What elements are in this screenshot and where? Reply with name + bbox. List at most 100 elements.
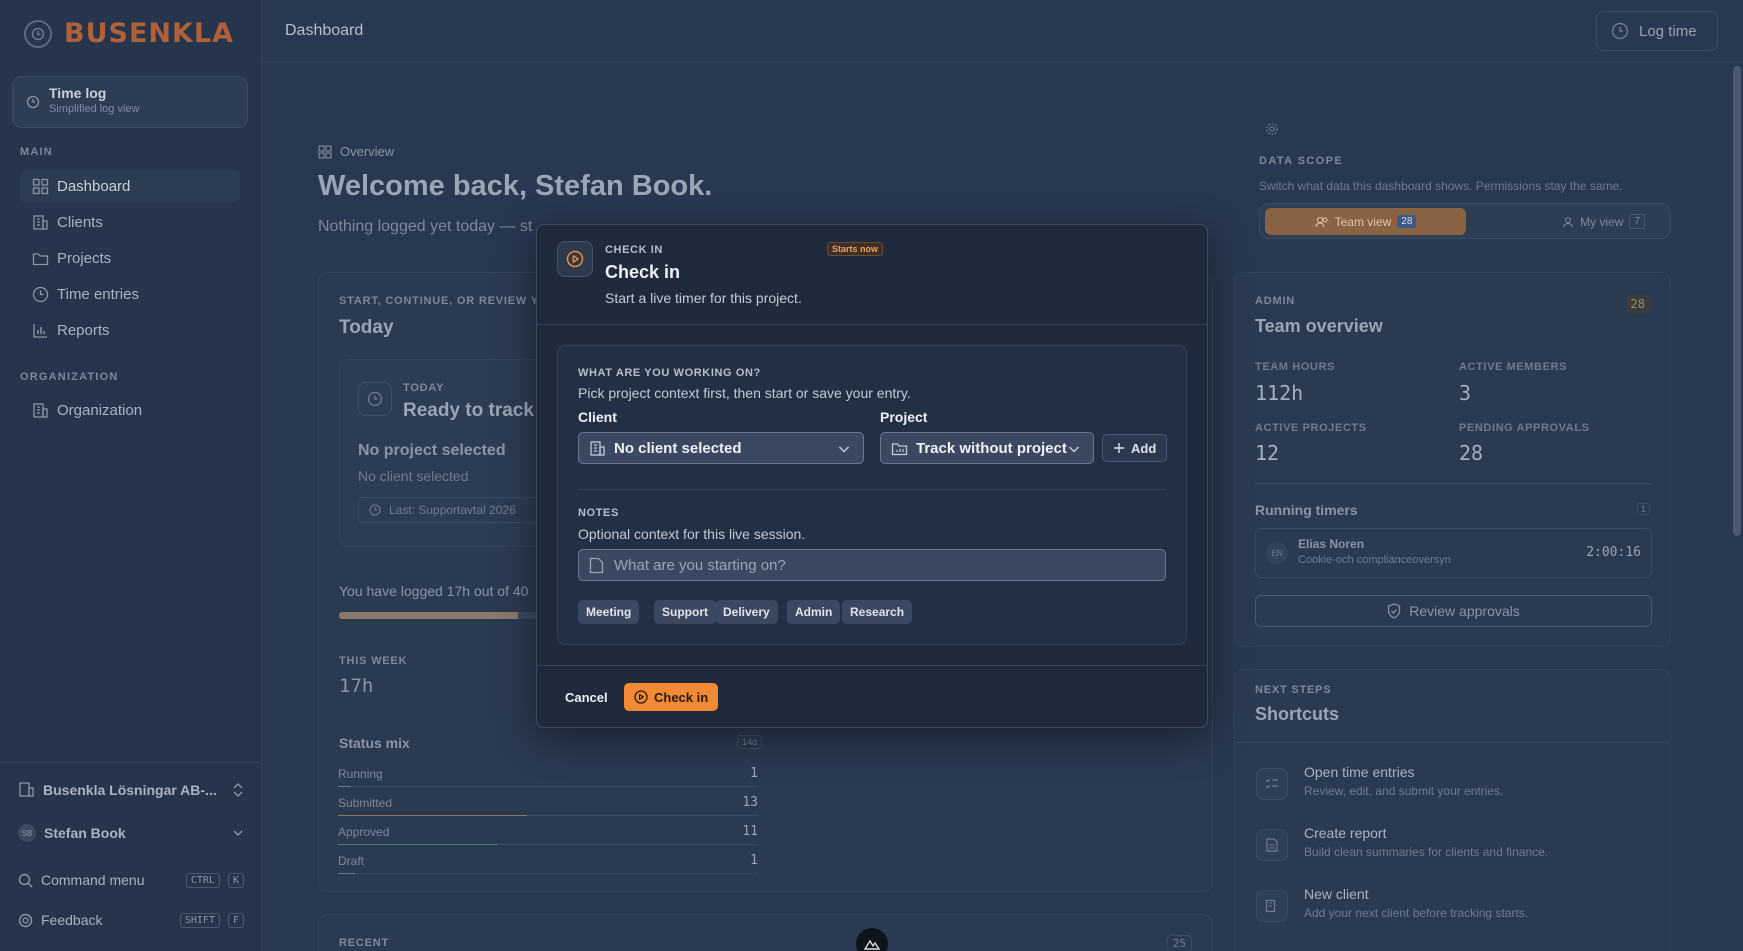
users-icon: [1315, 216, 1328, 227]
clock-icon: [358, 382, 392, 416]
sidebar-item-label: Organization: [57, 401, 143, 419]
status-row-value: 1: [750, 853, 758, 868]
clock-icon: [24, 19, 52, 48]
ready-title: Ready to track: [403, 400, 534, 421]
review-approvals-button[interactable]: Review approvals: [1255, 595, 1652, 627]
plus-icon: [1114, 443, 1124, 453]
week-label: THIS WEEK: [339, 655, 408, 667]
status-row-bar: [338, 844, 498, 845]
sidebar-item-reports[interactable]: Reports: [20, 314, 240, 346]
next-steps-kicker: NEXT STEPS: [1255, 684, 1332, 696]
folder-chart-icon: [891, 442, 908, 455]
dialog-header: CHECK IN Starts now Check in Start a liv…: [537, 225, 1207, 325]
tag-chip-admin[interactable]: Admin: [787, 600, 841, 624]
my-view-tab[interactable]: My view 7: [1562, 208, 1645, 235]
status-row: Draft 1: [338, 848, 758, 874]
recent-label: RECENT: [339, 937, 390, 949]
sidebar-item-projects[interactable]: Projects: [20, 242, 240, 274]
working-on-description: Pick project context first, then start o…: [578, 385, 911, 401]
cancel-button[interactable]: Cancel: [565, 690, 608, 705]
check-in-dialog: CHECK IN Starts now Check in Start a liv…: [536, 224, 1208, 728]
status-row-bar: [338, 786, 351, 787]
shortcut-create-report[interactable]: Create report Build clean summaries for …: [1254, 823, 1654, 873]
project-select[interactable]: Track without project: [880, 432, 1094, 464]
status-row-label: Draft: [338, 853, 365, 868]
feedback-button[interactable]: Feedback SHIFT F: [18, 912, 244, 928]
shortcut-title: Create report: [1304, 825, 1387, 841]
data-scope-subtitle: Switch what data this dashboard shows. P…: [1259, 179, 1623, 193]
tag-chip-research[interactable]: Research: [842, 600, 913, 624]
shortcut-new-client[interactable]: New client Add your next client before t…: [1254, 884, 1654, 934]
lifebuoy-icon: [18, 913, 33, 927]
divider: [1235, 742, 1670, 743]
timelog-shortcut[interactable]: Time log Simplified log view: [12, 76, 248, 128]
clock-icon: [369, 504, 381, 516]
sidebar-item-dashboard[interactable]: Dashboard: [20, 170, 240, 202]
stat-active-projects-value: 12: [1255, 441, 1280, 465]
today-title: Today: [339, 317, 394, 338]
sidebar-item-label: Projects: [57, 249, 112, 267]
team-view-tab[interactable]: Team view 28: [1265, 208, 1466, 235]
command-menu-button[interactable]: Command menu CTRL K: [18, 872, 244, 888]
entry-form: WHAT ARE YOU WORKING ON? Pick project co…: [557, 345, 1187, 645]
check-in-button[interactable]: Check in: [624, 683, 719, 711]
ready-project: No project selected: [358, 442, 506, 459]
my-view-count: 7: [1629, 214, 1645, 229]
dialog-title: Check in: [605, 262, 681, 282]
team-view-label: Team view: [1334, 214, 1392, 229]
status-row-value: 13: [742, 795, 758, 810]
shortcut-open-time-entries[interactable]: Open time entries Review, edit, and subm…: [1254, 762, 1654, 812]
status-row-bar: [338, 873, 355, 874]
sidebar-item-clients[interactable]: Clients: [20, 206, 240, 238]
avatar: EN: [1266, 542, 1288, 564]
client-label: Client: [578, 409, 617, 425]
stat-team-hours-label: TEAM HOURS: [1255, 361, 1335, 373]
status-row-bar: [338, 815, 527, 816]
list-check-icon: [1256, 768, 1288, 800]
top-bar: Dashboard Log time: [263, 0, 1743, 63]
user-menu[interactable]: SB Stefan Book: [18, 824, 244, 842]
search-icon: [18, 873, 33, 887]
dialog-footer: Cancel Check in: [537, 665, 1207, 729]
notes-label: NOTES: [578, 507, 619, 519]
kbd-ctrl: CTRL: [185, 872, 220, 888]
stat-active-members-label: ACTIVE MEMBERS: [1459, 361, 1568, 373]
sidebar-item-organization[interactable]: Organization: [20, 394, 240, 426]
building-icon: [33, 402, 48, 418]
project-select-value: Track without project: [916, 439, 1067, 457]
add-project-button[interactable]: Add: [1102, 434, 1168, 462]
client-select-value: No client selected: [614, 439, 742, 457]
notes-input[interactable]: What are you starting on?: [578, 549, 1166, 581]
log-time-button[interactable]: Log time: [1596, 11, 1718, 51]
status-mix-title: Status mix: [339, 735, 410, 751]
workspace-name: Busenkla Lösningar AB-...: [43, 781, 217, 798]
section-label-main: MAIN: [20, 146, 53, 158]
page-scrollbar[interactable]: [1733, 66, 1741, 536]
divider: [578, 489, 1166, 490]
breadcrumb: Overview: [318, 144, 394, 159]
tag-chip-meeting[interactable]: Meeting: [578, 600, 640, 624]
sidebar-item-time-entries[interactable]: Time entries: [20, 278, 240, 310]
ready-kicker: TODAY: [403, 382, 445, 394]
chevron-updown-icon: [233, 782, 243, 797]
week-value: 17h: [339, 675, 374, 697]
sidebar: BUSENKLA Time log Simplified log view MA…: [0, 0, 262, 951]
play-circle-icon: [557, 241, 593, 277]
dashboard-icon: [32, 178, 49, 194]
status-mix-badge: 14d: [737, 735, 763, 749]
client-select[interactable]: No client selected: [578, 432, 864, 464]
dialog-subtitle: Start a live timer for this project.: [605, 290, 802, 306]
running-timer-row[interactable]: EN Elias Noren Cookie-och complianceover…: [1255, 528, 1652, 578]
tag-chip-delivery[interactable]: Delivery: [715, 600, 778, 624]
sidebar-item-label: Dashboard: [57, 177, 131, 195]
shortcut-title: Open time entries: [1304, 764, 1415, 780]
workspace-switcher[interactable]: Busenkla Lösningar AB-...: [18, 781, 244, 798]
data-scope-label: DATA SCOPE: [1259, 155, 1344, 167]
tag-chip-support[interactable]: Support: [654, 600, 716, 624]
settings-icon[interactable]: [1265, 122, 1279, 141]
section-label-organization: ORGANIZATION: [20, 371, 119, 383]
breadcrumb-label: Overview: [340, 144, 395, 159]
logo[interactable]: BUSENKLA: [24, 18, 234, 49]
kbd-f: F: [227, 912, 244, 928]
recent-card: RECENT 25: [318, 914, 1213, 951]
